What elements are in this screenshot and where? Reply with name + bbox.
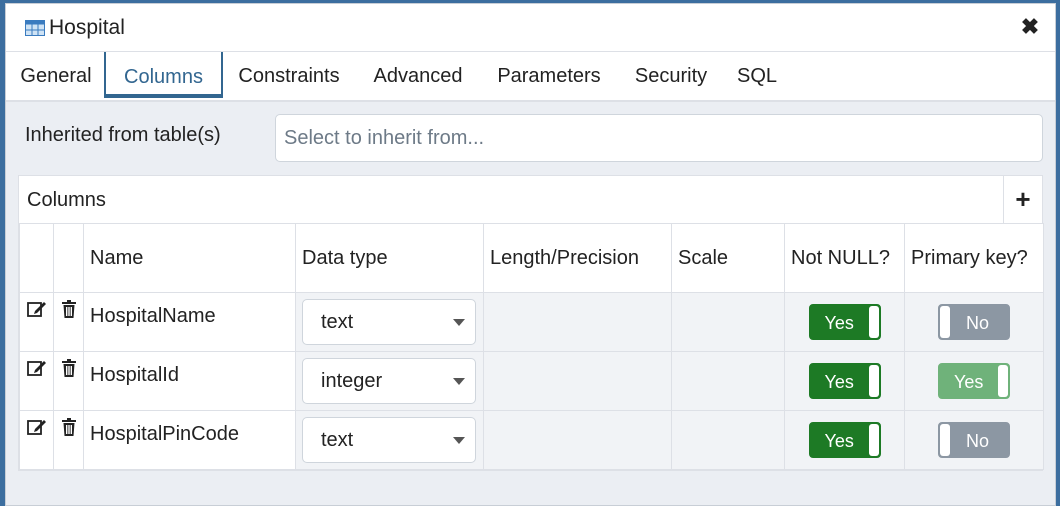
header-not-null: Not NULL? bbox=[784, 223, 905, 293]
primary-key-cell: No bbox=[904, 292, 1044, 352]
header-primary-key: Primary key? bbox=[904, 223, 1044, 293]
table-icon bbox=[25, 19, 45, 36]
header-scale: Scale bbox=[671, 223, 785, 293]
table-header-row: Name Data type Length/Precision Scale No… bbox=[19, 223, 1044, 293]
toggle-knob bbox=[868, 306, 879, 338]
not-null-toggle[interactable]: Yes bbox=[808, 304, 881, 340]
tab-sql[interactable]: SQL bbox=[732, 52, 782, 100]
header-edit-col bbox=[19, 223, 54, 293]
toggle-knob bbox=[868, 365, 879, 397]
header-length: Length/Precision bbox=[483, 223, 672, 293]
data-type-cell: text bbox=[295, 410, 484, 470]
edit-icon[interactable] bbox=[26, 418, 47, 442]
not-null-cell: Yes bbox=[784, 351, 905, 411]
tab-constraints[interactable]: Constraints bbox=[228, 52, 350, 100]
columns-table: Name Data type Length/Precision Scale No… bbox=[19, 223, 1044, 470]
table-dialog: Hospital ✖ General Columns Constraints A… bbox=[5, 3, 1056, 506]
toggle-label: Yes bbox=[954, 372, 984, 392]
delete-cell bbox=[53, 410, 84, 470]
data-type-value: text bbox=[321, 311, 354, 333]
edit-icon[interactable] bbox=[26, 359, 47, 383]
not-null-toggle[interactable]: Yes bbox=[808, 422, 881, 458]
trash-icon[interactable] bbox=[61, 418, 77, 442]
delete-cell bbox=[53, 351, 84, 411]
inherit-label: Inherited from table(s) bbox=[25, 124, 221, 146]
edit-icon[interactable] bbox=[26, 300, 47, 324]
tab-parameters[interactable]: Parameters bbox=[488, 52, 610, 100]
edit-cell bbox=[19, 351, 54, 411]
toggle-label: No bbox=[966, 431, 990, 451]
add-column-button[interactable]: + bbox=[1003, 176, 1042, 223]
table-row: HospitalName text Yes No bbox=[19, 292, 1044, 352]
data-type-select[interactable]: text bbox=[302, 299, 476, 345]
scale-cell bbox=[671, 410, 785, 470]
toggle-label: Yes bbox=[824, 372, 854, 392]
toggle-label: No bbox=[966, 313, 990, 333]
toggle-knob bbox=[940, 306, 950, 338]
dialog-titlebar: Hospital ✖ bbox=[6, 4, 1055, 52]
table-row: HospitalId integer Yes Yes bbox=[19, 351, 1044, 411]
delete-cell bbox=[53, 292, 84, 352]
scale-cell bbox=[671, 292, 785, 352]
inherit-select-input[interactable] bbox=[275, 114, 1043, 162]
primary-key-cell: No bbox=[904, 410, 1044, 470]
data-type-select[interactable]: integer bbox=[302, 358, 476, 404]
close-button[interactable]: ✖ bbox=[1019, 16, 1041, 38]
not-null-cell: Yes bbox=[784, 410, 905, 470]
column-name-cell: HospitalPinCode bbox=[83, 410, 296, 470]
column-name-cell: HospitalName bbox=[83, 292, 296, 352]
tab-security[interactable]: Security bbox=[626, 52, 716, 100]
tab-columns[interactable]: Columns bbox=[104, 52, 223, 98]
length-cell bbox=[483, 410, 672, 470]
data-type-cell: text bbox=[295, 292, 484, 352]
data-type-cell: integer bbox=[295, 351, 484, 411]
header-data-type: Data type bbox=[295, 223, 484, 293]
columns-grid-header: Columns + bbox=[19, 176, 1042, 224]
toggle-knob bbox=[940, 424, 950, 456]
primary-key-toggle[interactable]: No bbox=[938, 422, 1010, 458]
data-type-value: text bbox=[321, 429, 354, 451]
dialog-title: Hospital bbox=[49, 15, 125, 39]
caret-down-icon bbox=[453, 437, 465, 444]
primary-key-toggle[interactable]: No bbox=[938, 304, 1010, 340]
toggle-knob bbox=[998, 365, 1008, 397]
data-type-select[interactable]: text bbox=[302, 417, 476, 463]
header-delete-col bbox=[53, 223, 84, 293]
tab-general[interactable]: General bbox=[12, 52, 100, 100]
table-row: HospitalPinCode text Yes No bbox=[19, 410, 1044, 470]
toggle-label: Yes bbox=[824, 431, 854, 451]
caret-down-icon bbox=[453, 378, 465, 385]
length-cell bbox=[483, 292, 672, 352]
toggle-label: Yes bbox=[824, 313, 854, 333]
length-cell bbox=[483, 351, 672, 411]
not-null-toggle[interactable]: Yes bbox=[808, 363, 881, 399]
caret-down-icon bbox=[453, 319, 465, 326]
toggle-knob bbox=[868, 424, 879, 456]
column-name-cell: HospitalId bbox=[83, 351, 296, 411]
edit-cell bbox=[19, 410, 54, 470]
primary-key-cell: Yes bbox=[904, 351, 1044, 411]
tab-advanced[interactable]: Advanced bbox=[364, 52, 472, 100]
edit-cell bbox=[19, 292, 54, 352]
header-name: Name bbox=[83, 223, 296, 293]
columns-grid-title: Columns bbox=[27, 189, 106, 211]
columns-grid: Columns + Name Data type Length/Precisio… bbox=[18, 175, 1044, 471]
scale-cell bbox=[671, 351, 785, 411]
not-null-cell: Yes bbox=[784, 292, 905, 352]
primary-key-toggle[interactable]: Yes bbox=[938, 363, 1010, 399]
trash-icon[interactable] bbox=[61, 359, 77, 383]
data-type-value: integer bbox=[321, 370, 383, 392]
trash-icon[interactable] bbox=[61, 300, 77, 324]
tab-bar: General Columns Constraints Advanced Par… bbox=[6, 52, 1055, 102]
